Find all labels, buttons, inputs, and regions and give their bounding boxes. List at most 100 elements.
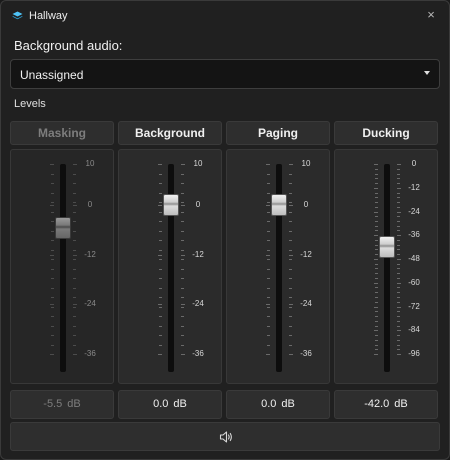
scale-tick-major: [374, 212, 378, 213]
scale-tick: [159, 297, 162, 298]
scale-tick: [397, 302, 400, 303]
scale-tick: [181, 278, 184, 279]
scale-label: 10: [85, 159, 95, 168]
scale-tick-major: [374, 354, 378, 355]
channel-header-masking: Masking: [10, 121, 114, 145]
scale-tick: [289, 288, 292, 289]
scale-tick: [267, 297, 270, 298]
scale-tick-major: [50, 164, 54, 165]
scale-tick: [159, 231, 162, 232]
scale-label: 0: [303, 200, 309, 209]
scale-tick: [375, 178, 378, 179]
level-value: -42.0: [364, 398, 390, 410]
window-title: Hallway: [29, 10, 68, 22]
scale-tick: [73, 183, 76, 184]
scale-tick-major: [266, 255, 270, 256]
scale-tick: [397, 178, 400, 179]
scale-tick: [267, 326, 270, 327]
scale-tick: [73, 307, 76, 308]
scale-tick: [51, 335, 54, 336]
scale-tick: [397, 221, 400, 222]
scale-tick: [73, 278, 76, 279]
scale-tick: [375, 349, 378, 350]
scale-tick: [51, 250, 54, 251]
level-readout-masking: -5.5 dB: [10, 390, 114, 419]
scale-tick: [73, 250, 76, 251]
scale-tick-major: [397, 259, 401, 260]
scale-tick: [181, 316, 184, 317]
scale-tick: [289, 221, 292, 222]
scale-label: 0: [411, 159, 417, 168]
background-audio-select[interactable]: Unassigned: [10, 59, 440, 89]
scale-label: 0: [195, 200, 201, 209]
scale-tick-major: [289, 255, 293, 256]
scale-tick-major: [73, 164, 77, 165]
title-bar: Hallway ×: [1, 1, 449, 31]
scale-tick: [289, 345, 292, 346]
scale-tick: [267, 335, 270, 336]
scale-tick: [397, 245, 400, 246]
mixer-window: Hallway × Background audio: Unassigned L…: [0, 0, 450, 460]
scale-label: -12: [84, 250, 96, 259]
scale-label: -36: [408, 230, 420, 239]
scale-label: -48: [408, 254, 420, 263]
scale-tick-major: [181, 255, 185, 256]
fader-track[interactable]: [60, 164, 66, 372]
channel-header-ducking: Ducking: [334, 121, 438, 145]
scale-tick: [73, 221, 76, 222]
scale-tick: [73, 269, 76, 270]
scale-tick: [159, 326, 162, 327]
scale-tick: [397, 174, 400, 175]
scale-tick-major: [374, 259, 378, 260]
fader-thumb-background[interactable]: [163, 194, 179, 216]
scale-tick: [159, 269, 162, 270]
scale-tick: [51, 183, 54, 184]
scale-tick: [267, 269, 270, 270]
fader-thumb-masking[interactable]: [55, 217, 71, 239]
scale-tick: [375, 169, 378, 170]
scale-tick: [289, 240, 292, 241]
fader-track[interactable]: [384, 164, 390, 372]
scale-tick: [375, 202, 378, 203]
scale-tick: [375, 273, 378, 274]
scale-tick: [73, 326, 76, 327]
scale-tick: [51, 345, 54, 346]
channel-header-background: Background: [118, 121, 222, 145]
fader-thumb-ducking[interactable]: [379, 236, 395, 258]
scale-tick-major: [158, 255, 162, 256]
scale-tick: [181, 307, 184, 308]
scale-tick: [51, 231, 54, 232]
scale-tick: [397, 292, 400, 293]
scale-tick: [289, 250, 292, 251]
scale-tick: [73, 345, 76, 346]
scale-tick: [397, 249, 400, 250]
scale-tick: [51, 259, 54, 260]
scale-tick-major: [181, 205, 185, 206]
scale-tick: [73, 174, 76, 175]
scale-tick: [73, 193, 76, 194]
scale-tick: [397, 207, 400, 208]
scale-tick: [375, 302, 378, 303]
preview-audio-button[interactable]: [10, 422, 440, 451]
scale-tick: [51, 326, 54, 327]
level-readout-paging: 0.0 dB: [226, 390, 330, 419]
close-icon[interactable]: ×: [423, 7, 439, 23]
scale-tick-major: [397, 235, 401, 236]
scale-tick: [181, 326, 184, 327]
scale-tick: [289, 278, 292, 279]
scale-label: 10: [301, 159, 311, 168]
scale-tick: [397, 264, 400, 265]
scale-tick-major: [181, 354, 185, 355]
scale-tick: [397, 287, 400, 288]
scale-tick: [397, 193, 400, 194]
fader-thumb-paging[interactable]: [271, 194, 287, 216]
scale-tick: [397, 197, 400, 198]
scale-tick: [375, 245, 378, 246]
scale-tick: [397, 297, 400, 298]
scale-tick: [267, 231, 270, 232]
background-audio-label: Background audio:: [14, 38, 123, 53]
background-audio-value: Unassigned: [20, 68, 84, 82]
scale-tick: [397, 349, 400, 350]
scale-tick-major: [289, 205, 293, 206]
level-readout-ducking: -42.0 dB: [334, 390, 438, 419]
